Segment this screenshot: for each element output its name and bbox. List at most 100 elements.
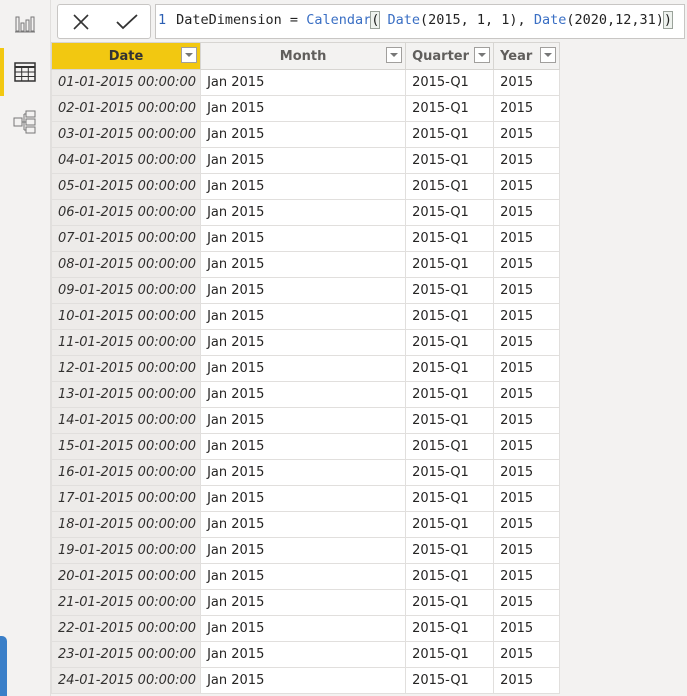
cell-quarter[interactable]: 2015-Q1	[405, 589, 495, 616]
cell-date[interactable]: 20-01-2015 00:00:00	[50, 563, 202, 590]
report-view-button[interactable]	[0, 0, 50, 48]
cell-date[interactable]: 24-01-2015 00:00:00	[50, 667, 202, 694]
cell-year[interactable]: 2015	[493, 329, 561, 356]
cell-date[interactable]: 19-01-2015 00:00:00	[50, 537, 202, 564]
cell-quarter[interactable]: 2015-Q1	[405, 69, 495, 96]
cell-date[interactable]: 06-01-2015 00:00:00	[50, 199, 202, 226]
cell-month[interactable]: Jan 2015	[200, 329, 407, 356]
cell-quarter[interactable]: 2015-Q1	[405, 121, 495, 148]
cell-month[interactable]: Jan 2015	[200, 485, 407, 512]
cell-month[interactable]: Jan 2015	[200, 589, 407, 616]
cell-month[interactable]: Jan 2015	[200, 355, 407, 382]
cell-date[interactable]: 12-01-2015 00:00:00	[50, 355, 202, 382]
cell-month[interactable]: Jan 2015	[200, 511, 407, 538]
cancel-formula-button[interactable]	[66, 7, 96, 37]
cell-quarter[interactable]: 2015-Q1	[405, 641, 495, 668]
filter-dropdown-icon[interactable]	[386, 47, 403, 63]
cell-year[interactable]: 2015	[493, 641, 561, 668]
cell-year[interactable]: 2015	[493, 485, 561, 512]
cell-date[interactable]: 21-01-2015 00:00:00	[50, 589, 202, 616]
cell-date[interactable]: 16-01-2015 00:00:00	[50, 459, 202, 486]
cell-month[interactable]: Jan 2015	[200, 199, 407, 226]
cell-month[interactable]: Jan 2015	[200, 563, 407, 590]
column-header-quarter[interactable]: Quarter	[405, 42, 495, 70]
cell-month[interactable]: Jan 2015	[200, 251, 407, 278]
cell-quarter[interactable]: 2015-Q1	[405, 381, 495, 408]
cell-year[interactable]: 2015	[493, 459, 561, 486]
cell-month[interactable]: Jan 2015	[200, 433, 407, 460]
cell-quarter[interactable]: 2015-Q1	[405, 303, 495, 330]
cell-year[interactable]: 2015	[493, 121, 561, 148]
filter-dropdown-icon[interactable]	[540, 47, 557, 63]
cell-year[interactable]: 2015	[493, 251, 561, 278]
cell-year[interactable]: 2015	[493, 95, 561, 122]
cell-month[interactable]: Jan 2015	[200, 615, 407, 642]
cell-date[interactable]: 08-01-2015 00:00:00	[50, 251, 202, 278]
cell-year[interactable]: 2015	[493, 355, 561, 382]
cell-date[interactable]: 04-01-2015 00:00:00	[50, 147, 202, 174]
cell-quarter[interactable]: 2015-Q1	[405, 173, 495, 200]
cell-date[interactable]: 23-01-2015 00:00:00	[50, 641, 202, 668]
cell-date[interactable]: 03-01-2015 00:00:00	[50, 121, 202, 148]
cell-month[interactable]: Jan 2015	[200, 277, 407, 304]
bottom-panel-tab[interactable]	[0, 636, 7, 696]
cell-year[interactable]: 2015	[493, 225, 561, 252]
cell-quarter[interactable]: 2015-Q1	[405, 433, 495, 460]
cell-quarter[interactable]: 2015-Q1	[405, 251, 495, 278]
cell-month[interactable]: Jan 2015	[200, 95, 407, 122]
column-header-month[interactable]: Month	[200, 42, 407, 70]
filter-dropdown-icon[interactable]	[474, 47, 491, 63]
cell-quarter[interactable]: 2015-Q1	[405, 329, 495, 356]
cell-year[interactable]: 2015	[493, 303, 561, 330]
cell-year[interactable]: 2015	[493, 173, 561, 200]
cell-year[interactable]: 2015	[493, 563, 561, 590]
cell-quarter[interactable]: 2015-Q1	[405, 147, 495, 174]
cell-date[interactable]: 01-01-2015 00:00:00	[50, 69, 202, 96]
cell-year[interactable]: 2015	[493, 511, 561, 538]
cell-date[interactable]: 22-01-2015 00:00:00	[50, 615, 202, 642]
cell-year[interactable]: 2015	[493, 407, 561, 434]
cell-month[interactable]: Jan 2015	[200, 641, 407, 668]
filter-dropdown-icon[interactable]	[181, 47, 198, 63]
cell-year[interactable]: 2015	[493, 537, 561, 564]
cell-date[interactable]: 11-01-2015 00:00:00	[50, 329, 202, 356]
cell-month[interactable]: Jan 2015	[200, 407, 407, 434]
cell-date[interactable]: 10-01-2015 00:00:00	[50, 303, 202, 330]
cell-year[interactable]: 2015	[493, 589, 561, 616]
cell-month[interactable]: Jan 2015	[200, 459, 407, 486]
cell-month[interactable]: Jan 2015	[200, 381, 407, 408]
cell-year[interactable]: 2015	[493, 199, 561, 226]
cell-date[interactable]: 02-01-2015 00:00:00	[50, 95, 202, 122]
cell-date[interactable]: 17-01-2015 00:00:00	[50, 485, 202, 512]
cell-date[interactable]: 15-01-2015 00:00:00	[50, 433, 202, 460]
cell-year[interactable]: 2015	[493, 615, 561, 642]
cell-quarter[interactable]: 2015-Q1	[405, 355, 495, 382]
cell-quarter[interactable]: 2015-Q1	[405, 407, 495, 434]
data-view-button[interactable]	[0, 48, 50, 96]
commit-formula-button[interactable]	[112, 7, 142, 37]
cell-date[interactable]: 05-01-2015 00:00:00	[50, 173, 202, 200]
formula-input[interactable]: 1 DateDimension = Calendar( Date(2015, 1,…	[155, 4, 685, 39]
cell-quarter[interactable]: 2015-Q1	[405, 225, 495, 252]
cell-date[interactable]: 09-01-2015 00:00:00	[50, 277, 202, 304]
cell-quarter[interactable]: 2015-Q1	[405, 277, 495, 304]
cell-quarter[interactable]: 2015-Q1	[405, 485, 495, 512]
cell-year[interactable]: 2015	[493, 147, 561, 174]
cell-month[interactable]: Jan 2015	[200, 667, 407, 694]
cell-month[interactable]: Jan 2015	[200, 147, 407, 174]
cell-month[interactable]: Jan 2015	[200, 69, 407, 96]
cell-year[interactable]: 2015	[493, 667, 561, 694]
cell-month[interactable]: Jan 2015	[200, 303, 407, 330]
model-view-button[interactable]	[0, 98, 50, 146]
cell-quarter[interactable]: 2015-Q1	[405, 511, 495, 538]
cell-date[interactable]: 13-01-2015 00:00:00	[50, 381, 202, 408]
cell-month[interactable]: Jan 2015	[200, 225, 407, 252]
cell-year[interactable]: 2015	[493, 381, 561, 408]
cell-quarter[interactable]: 2015-Q1	[405, 537, 495, 564]
column-header-year[interactable]: Year	[493, 42, 561, 70]
cell-quarter[interactable]: 2015-Q1	[405, 615, 495, 642]
cell-quarter[interactable]: 2015-Q1	[405, 95, 495, 122]
cell-year[interactable]: 2015	[493, 277, 561, 304]
cell-quarter[interactable]: 2015-Q1	[405, 667, 495, 694]
cell-date[interactable]: 18-01-2015 00:00:00	[50, 511, 202, 538]
